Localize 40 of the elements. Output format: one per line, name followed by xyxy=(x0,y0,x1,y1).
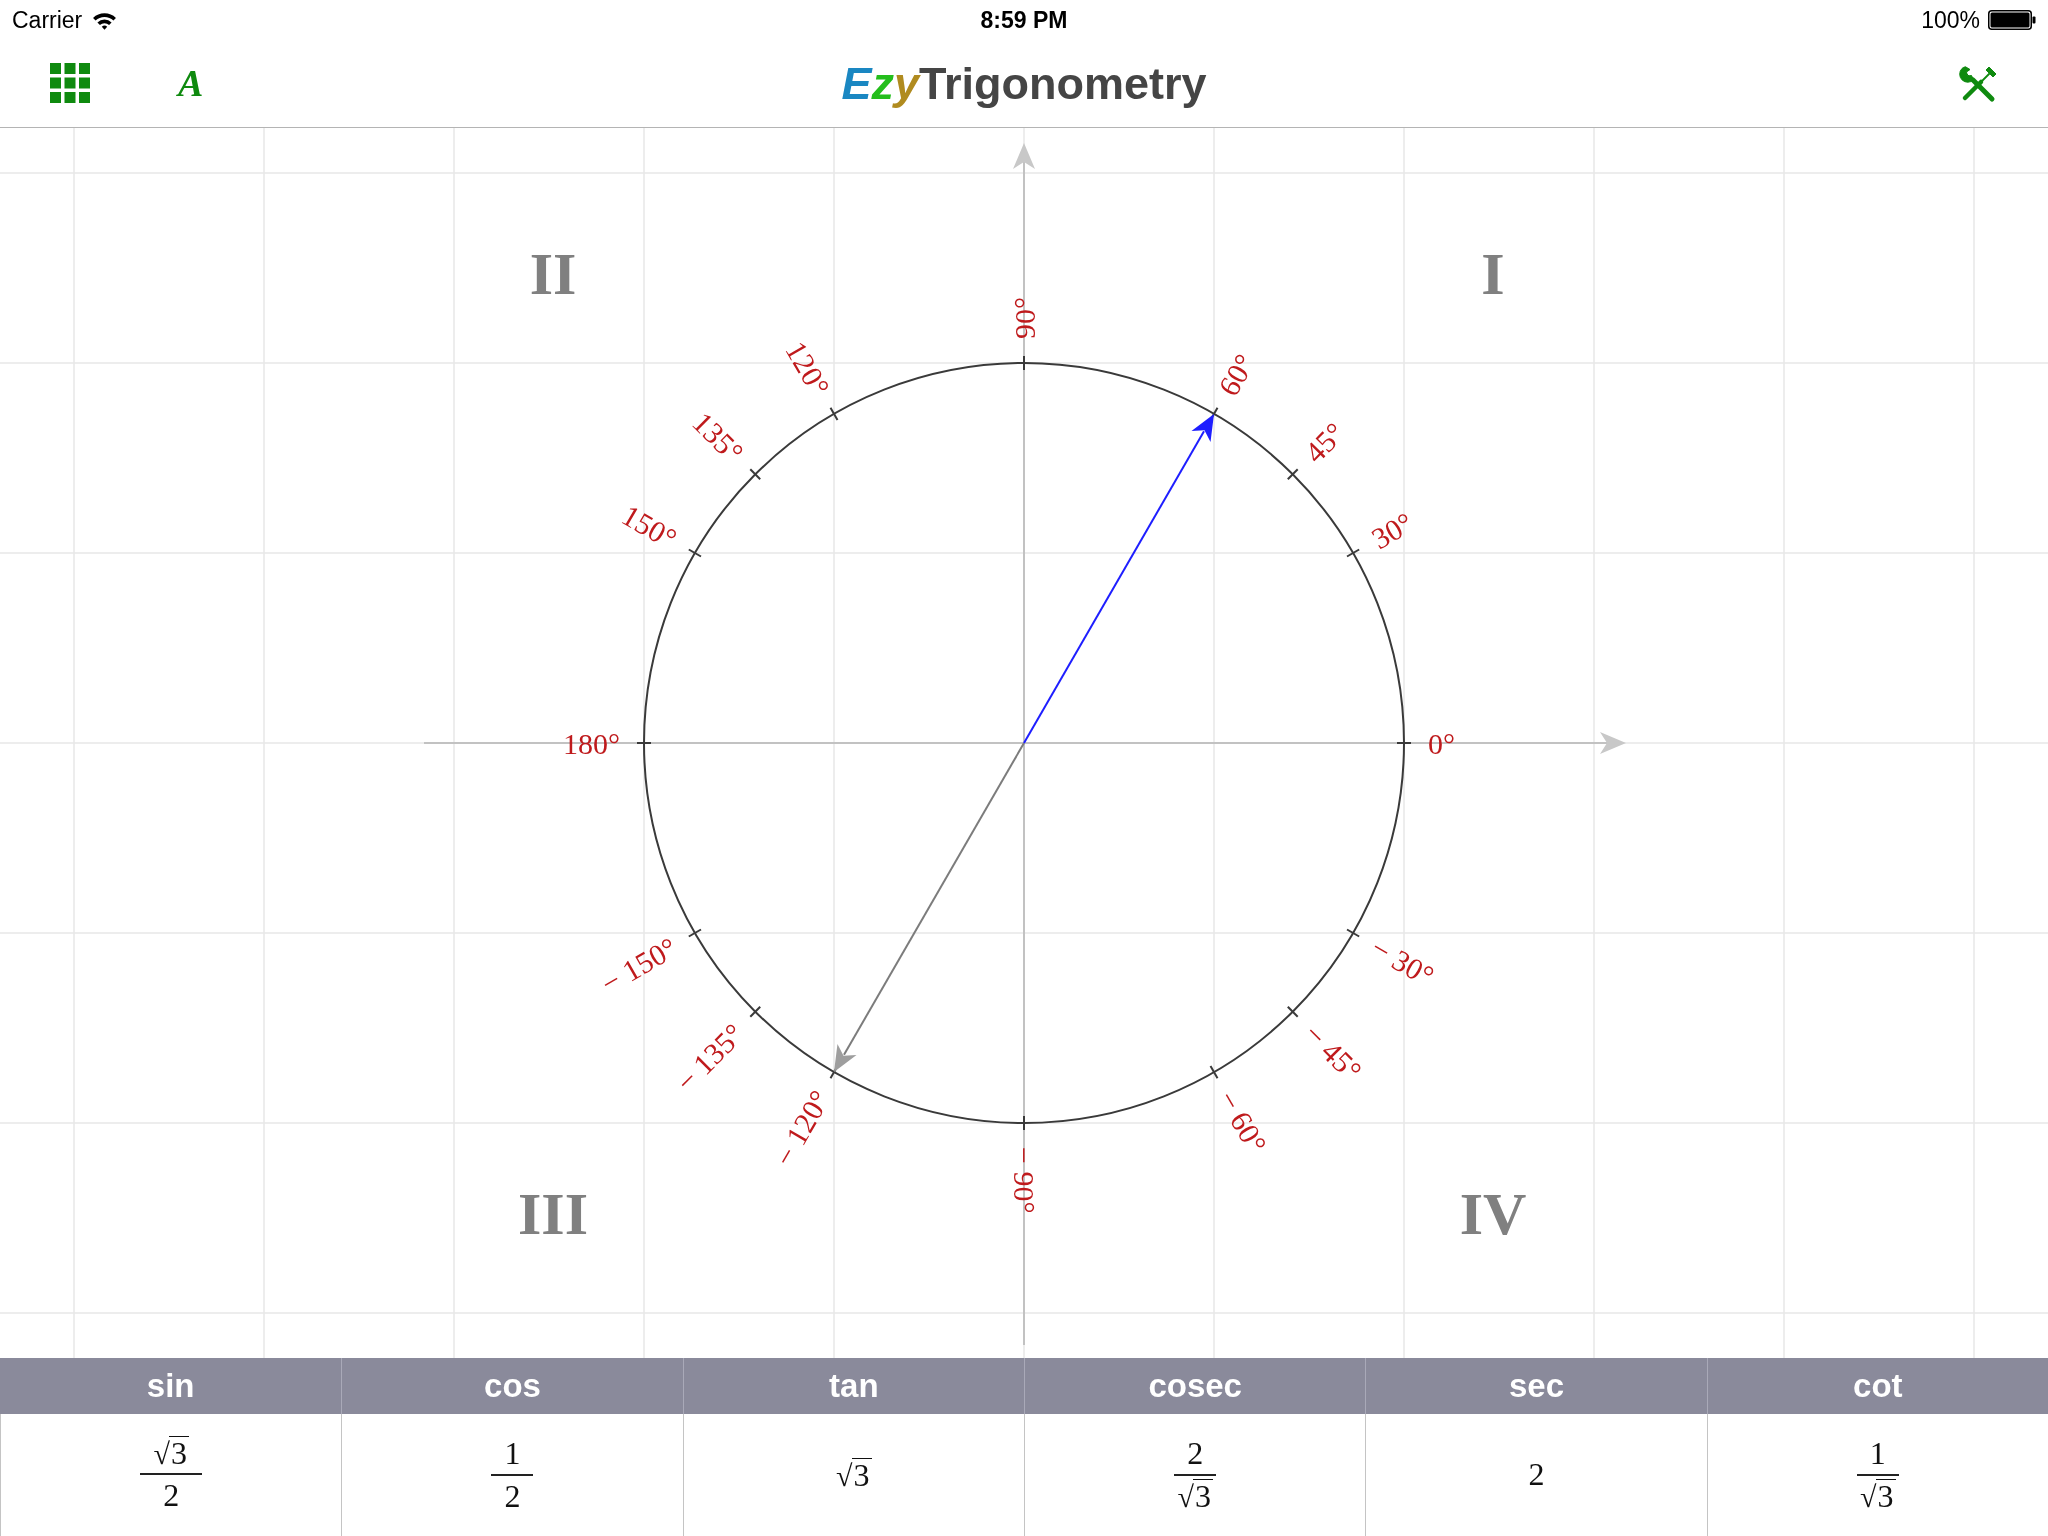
column-header: tan xyxy=(682,1358,1024,1414)
wifi-icon xyxy=(92,10,118,30)
angle-label: 120° xyxy=(779,335,837,402)
app-title: EzyTrigonometry xyxy=(841,57,1207,110)
angle-label: − 60° xyxy=(1211,1084,1274,1159)
angle-label: − 90° xyxy=(1007,1147,1041,1214)
table-cell: 1 2 xyxy=(341,1414,683,1536)
column-header: cot xyxy=(1706,1358,2048,1414)
table-cell: 2 xyxy=(1365,1414,1707,1536)
column-header: sin xyxy=(145,1366,196,1406)
angle-label: 150° xyxy=(616,498,683,556)
font-button[interactable]: A xyxy=(176,62,206,105)
battery-percent: 100% xyxy=(1921,8,1980,32)
grid-icon[interactable] xyxy=(50,63,90,104)
table-cell: √3 xyxy=(682,1414,1024,1536)
quadrant-label: III xyxy=(517,1181,589,1247)
tools-icon[interactable] xyxy=(1959,63,1999,104)
quadrant-label: IV xyxy=(1459,1181,1527,1247)
quadrant-label: I xyxy=(1481,241,1505,307)
angle-label: 30° xyxy=(1365,505,1419,556)
angle-label: − 150° xyxy=(595,930,683,1000)
table-cell: 2 √3 xyxy=(1024,1414,1366,1536)
table-cell: 1 √3 xyxy=(1706,1414,2048,1536)
column-header: cos xyxy=(341,1358,683,1414)
angle-label: 0° xyxy=(1428,726,1455,760)
angle-label: − 45° xyxy=(1298,1017,1369,1088)
column-header: cosec xyxy=(1024,1358,1366,1414)
quadrant-label: II xyxy=(529,241,577,307)
column-header: sec xyxy=(1365,1358,1707,1414)
angle-label: 45° xyxy=(1298,415,1352,469)
angle-label: 135° xyxy=(686,405,750,469)
angle-label: 60° xyxy=(1211,348,1262,402)
table-cell: √3 2 xyxy=(0,1414,342,1536)
angle-label: − 30° xyxy=(1365,930,1440,993)
angle-label: 90° xyxy=(1007,297,1041,339)
angle-label: 180° xyxy=(563,726,620,760)
battery-icon xyxy=(1988,10,2036,30)
carrier-label: Carrier xyxy=(12,8,83,32)
clock-time: 8:59 PM xyxy=(980,8,1068,32)
angle-label: − 135° xyxy=(669,1017,750,1098)
